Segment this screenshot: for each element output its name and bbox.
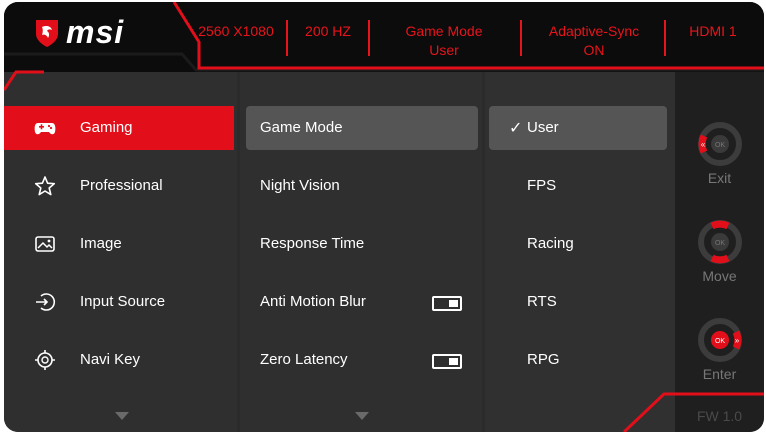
- frame-accents: [4, 70, 764, 432]
- osd-panel: msi 2560 X1080 200 HZ Game Mode User Ada…: [4, 2, 764, 432]
